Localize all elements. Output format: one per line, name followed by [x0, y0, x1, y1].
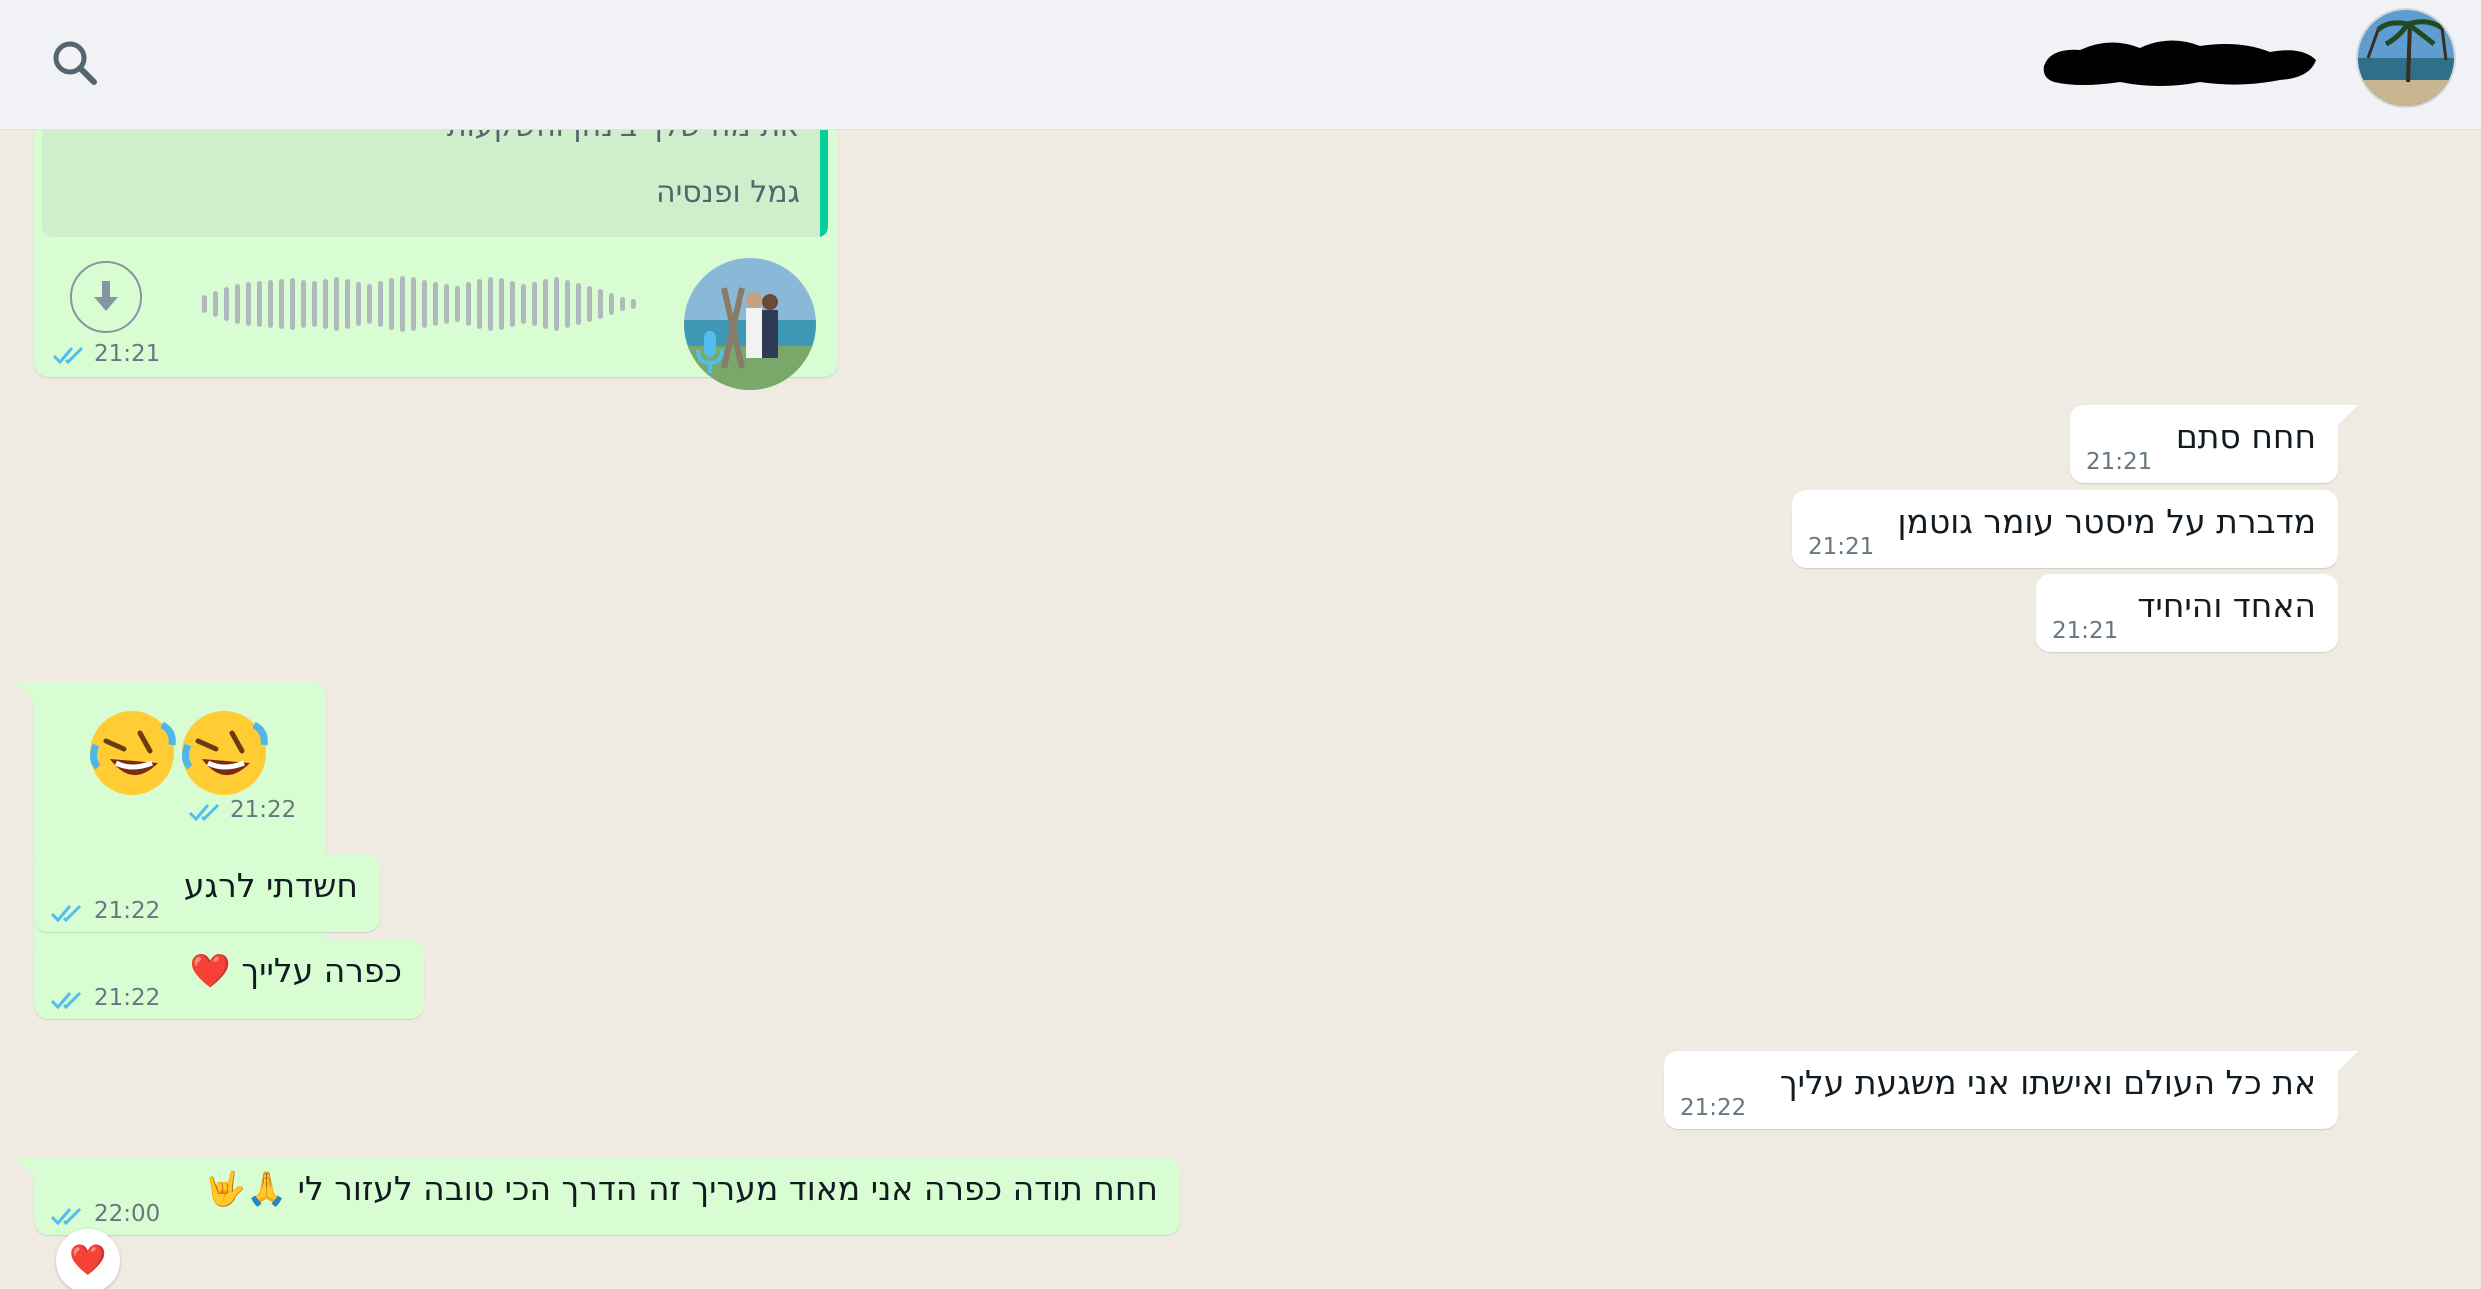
- waveform-bar: [631, 299, 636, 309]
- mic-icon: [694, 331, 726, 375]
- waveform-bar: [444, 284, 449, 324]
- message-time: 22:00: [94, 1201, 161, 1227]
- waveform-bar: [312, 281, 317, 327]
- waveform-bar: [356, 282, 361, 326]
- message-time: 21:22: [230, 797, 297, 823]
- read-ticks-icon: [50, 1205, 86, 1227]
- waveform-bar: [576, 283, 581, 325]
- message-time: 21:21: [94, 341, 161, 367]
- waveform-bar: [334, 277, 339, 331]
- read-ticks-icon: [188, 801, 224, 823]
- message-text: האחד והיחיד: [2137, 586, 2316, 625]
- message-text: חשדתי לרגע: [183, 866, 358, 905]
- waveform-bar: [477, 279, 482, 329]
- waveform-bar: [213, 291, 218, 317]
- waveform-bar: [565, 280, 570, 328]
- message-reaction-heart[interactable]: ❤️: [56, 1229, 120, 1289]
- waveform-bar: [510, 281, 515, 327]
- message-text: כפרה עלייך ❤️: [189, 951, 402, 990]
- message-time: 21:21: [2086, 449, 2153, 475]
- waveform-bar: [268, 280, 273, 328]
- message-bubble[interactable]: חחח תודה כפרה אני מאוד מעריך זה הדרך הכי…: [14, 1157, 1180, 1235]
- message-time: 21:21: [1808, 534, 1875, 560]
- waveform-bar: [345, 279, 350, 329]
- waveform-bar: [378, 281, 383, 327]
- waveform-bar: [499, 278, 504, 330]
- waveform-bar: [532, 282, 537, 326]
- read-ticks-icon: [50, 902, 86, 924]
- message-text: חחח סתם: [2175, 417, 2316, 456]
- message-bubble[interactable]: מדברת על מיסטר עומר גוטמן 21:21: [1792, 490, 2338, 568]
- waveform-bar: [279, 279, 284, 329]
- contact-name-redacted[interactable]: [2040, 26, 2320, 96]
- message-text: חחח תודה כפרה אני מאוד מעריך זה הדרך הכי…: [204, 1169, 1158, 1208]
- waveform-bar: [543, 279, 548, 329]
- waveform-bar: [202, 295, 207, 313]
- waveform-bar: [411, 277, 416, 331]
- message-bubble[interactable]: חחח סתם 21:21: [2070, 405, 2358, 483]
- message-bubble-emoji[interactable]: 21:22: [14, 681, 326, 977]
- chat-header: [0, 0, 2481, 130]
- chat-area[interactable]: את מה שלך בינהן והשקעות גמל ופנסיה: [0, 129, 2481, 1289]
- waveform-bar: [400, 276, 405, 332]
- waveform-bar: [488, 277, 493, 331]
- download-icon[interactable]: [70, 261, 142, 333]
- waveform-bar: [224, 287, 229, 321]
- waveform-bar: [290, 278, 295, 330]
- quoted-text-prev: את מה שלך בינהן והשקעות: [447, 129, 800, 144]
- waveform-bar: [235, 284, 240, 324]
- voice-waveform[interactable]: [198, 269, 658, 339]
- quoted-message[interactable]: את מה שלך בינהן והשקעות גמל ופנסיה: [42, 129, 828, 237]
- read-ticks-icon: [50, 989, 86, 1011]
- message-time: 21:22: [94, 898, 161, 924]
- waveform-bar: [466, 282, 471, 326]
- message-text: מדברת על מיסטר עומר גוטמן: [1897, 502, 2316, 541]
- waveform-bar: [367, 284, 372, 324]
- message-time: 21:22: [1680, 1095, 1747, 1121]
- waveform-bar: [598, 289, 603, 319]
- waveform-bar: [455, 286, 460, 322]
- message-text: את כל העולם ואישתו אני משגעת עליך: [1779, 1063, 2316, 1102]
- contact-avatar[interactable]: [2356, 8, 2456, 108]
- message-bubble[interactable]: חשדתי לרגע 21:22: [34, 854, 380, 932]
- waveform-bar: [609, 293, 614, 315]
- waveform-bar: [554, 277, 559, 331]
- waveform-bar: [257, 281, 262, 327]
- quoted-text: גמל ופנסיה: [655, 175, 800, 210]
- waveform-bar: [433, 282, 438, 326]
- search-icon[interactable]: [46, 34, 106, 94]
- waveform-bar: [587, 286, 592, 322]
- message-bubble[interactable]: כפרה עלייך ❤️ 21:22: [34, 939, 424, 1019]
- message-time: 21:22: [94, 985, 161, 1011]
- message-time: 21:21: [2052, 618, 2119, 644]
- waveform-bar: [422, 280, 427, 328]
- waveform-bar: [389, 278, 394, 330]
- waveform-bar: [323, 279, 328, 329]
- rofl-emoji-icon: [88, 705, 268, 801]
- message-bubble[interactable]: האחד והיחיד 21:21: [2036, 574, 2338, 652]
- read-ticks-icon: [52, 344, 88, 366]
- message-bubble-voice[interactable]: את מה שלך בינהן והשקעות גמל ופנסיה: [34, 129, 838, 390]
- waveform-bar: [620, 297, 625, 311]
- waveform-bar: [521, 284, 526, 324]
- waveform-bar: [301, 280, 306, 328]
- message-bubble[interactable]: את כל העולם ואישתו אני משגעת עליך 21:22: [1664, 1051, 2358, 1129]
- waveform-bar: [246, 282, 251, 326]
